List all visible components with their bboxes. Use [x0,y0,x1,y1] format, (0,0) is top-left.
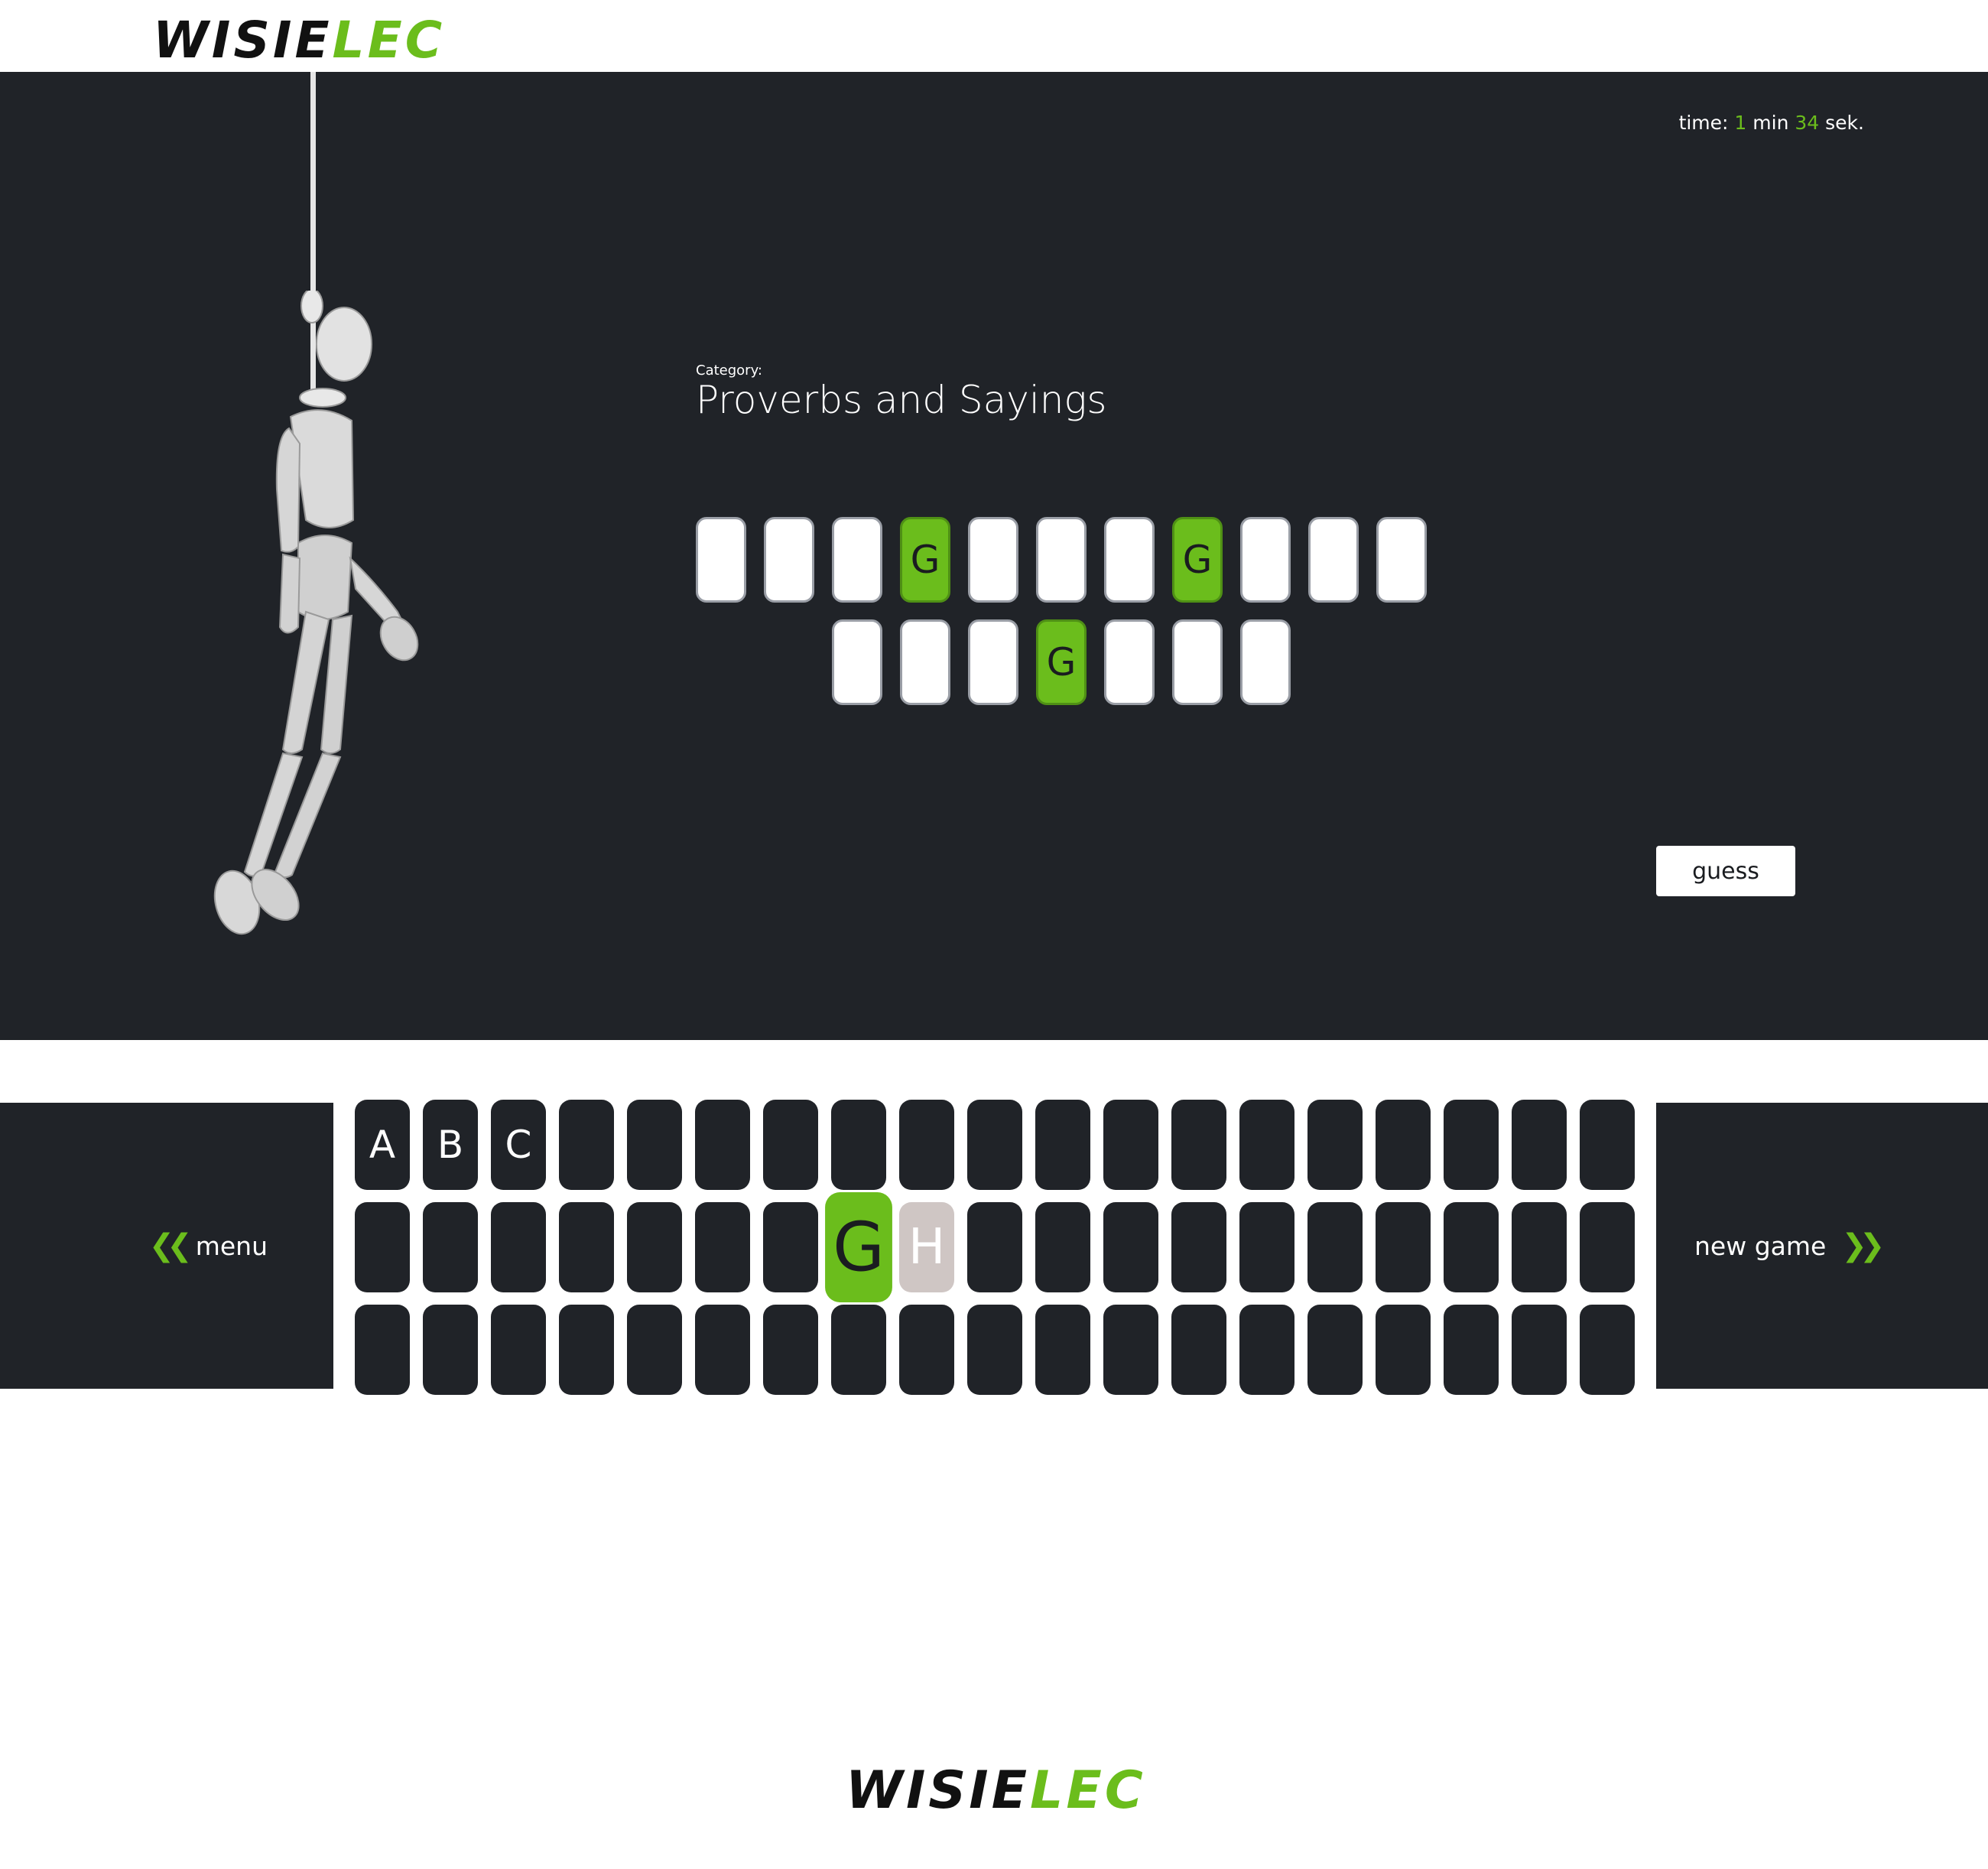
letter-key[interactable] [1444,1202,1499,1292]
letter-key[interactable] [695,1100,750,1190]
letter-key[interactable] [1239,1202,1294,1292]
letter-key[interactable] [695,1305,750,1395]
timer-minutes: 1 [1734,112,1747,134]
timer-sec-label: sek. [1825,112,1864,134]
letter-key[interactable]: C [491,1100,546,1190]
letter-key[interactable] [1376,1202,1431,1292]
logo-text-dark: WISIE [153,11,333,70]
letter-slot [832,619,882,705]
letter-key[interactable] [763,1305,818,1395]
letter-slot [1104,517,1155,603]
letter-key[interactable] [1103,1305,1158,1395]
logo-bottom[interactable]: WISIE LEC [846,1765,1146,1817]
timer-label: time: [1678,112,1729,134]
letter-key[interactable] [899,1100,954,1190]
letter-slot: G [900,517,950,603]
letter-slot [1308,517,1359,603]
letter-key[interactable] [763,1202,818,1292]
letter-slot [1240,517,1291,603]
letter-key[interactable] [423,1305,478,1395]
letter-key[interactable]: B [423,1100,478,1190]
letter-key[interactable] [831,1100,886,1190]
letter-key[interactable] [967,1305,1022,1395]
letter-key[interactable] [627,1305,682,1395]
letter-key[interactable] [1239,1100,1294,1190]
logo-top[interactable]: WISIE LEC [153,15,445,66]
letter-key[interactable] [1307,1305,1363,1395]
letter-key[interactable] [559,1100,614,1190]
letter-key[interactable] [491,1305,546,1395]
timer-min-label: min [1752,112,1789,134]
letter-key[interactable] [1580,1100,1635,1190]
letter-slot [1036,517,1087,603]
double-chevron-right-icon: ❯❯ [1841,1228,1885,1263]
letter-key[interactable] [1103,1100,1158,1190]
guess-button[interactable]: guess [1656,846,1795,896]
letter-key[interactable] [1239,1305,1294,1395]
letter-key[interactable] [1103,1202,1158,1292]
logo-text-dark: WISIE [846,1760,1031,1821]
letter-key[interactable] [1580,1305,1635,1395]
category-label: Category: [696,362,762,379]
letter-slot [1376,517,1427,603]
letter-slot [764,517,814,603]
logo-text-green: LEC [1030,1760,1146,1821]
letter-key[interactable] [1512,1100,1567,1190]
letter-key[interactable] [831,1305,886,1395]
letter-key[interactable] [355,1305,410,1395]
letter-key[interactable]: H [899,1202,954,1292]
letter-key[interactable] [423,1202,478,1292]
letter-key[interactable] [1512,1305,1567,1395]
letter-slot [968,619,1018,705]
letter-keyboard: ABC GH [355,1100,1635,1395]
letter-key[interactable] [627,1100,682,1190]
letter-key[interactable]: G [825,1192,892,1302]
letter-key[interactable] [1035,1202,1090,1292]
letter-slot [696,517,746,603]
letter-key[interactable] [1307,1100,1363,1190]
letter-key[interactable] [1376,1100,1431,1190]
letter-key[interactable] [1035,1100,1090,1190]
letter-slot [900,619,950,705]
letter-key[interactable] [559,1202,614,1292]
new-game-button[interactable]: new game ❯❯ [1656,1103,1988,1389]
letter-key[interactable] [627,1202,682,1292]
letter-key[interactable] [695,1202,750,1292]
letter-slot [832,517,882,603]
letter-key[interactable] [1171,1100,1226,1190]
letter-slot: G [1172,517,1223,603]
letter-slot [968,517,1018,603]
menu-button[interactable]: ❮❮ menu [0,1103,333,1389]
category-name: Proverbs and Sayings [696,378,1107,422]
letter-key[interactable] [763,1100,818,1190]
letter-key[interactable] [491,1202,546,1292]
letter-key[interactable] [1307,1202,1363,1292]
hanging-mannequin-figure [213,291,419,935]
letter-key[interactable] [899,1305,954,1395]
letter-slot: G [1036,619,1087,705]
letter-key[interactable] [967,1202,1022,1292]
letter-key[interactable] [967,1100,1022,1190]
letter-slot [1104,619,1155,705]
logo-text-green: LEC [332,11,446,70]
timer: time: 1 min 34 sek. [1679,112,1864,134]
timer-seconds: 34 [1795,112,1820,134]
letter-key[interactable] [1171,1305,1226,1395]
double-chevron-left-icon: ❮❮ [148,1228,193,1263]
letter-key[interactable]: A [355,1100,410,1190]
letter-key[interactable] [1171,1202,1226,1292]
letter-key[interactable] [559,1305,614,1395]
letter-key[interactable] [1512,1202,1567,1292]
letter-slot [1172,619,1223,705]
letter-key[interactable] [1444,1305,1499,1395]
letter-key[interactable] [1035,1305,1090,1395]
letter-key[interactable] [1444,1100,1499,1190]
new-game-label: new game [1694,1230,1827,1261]
letter-slot [1240,619,1291,705]
menu-label: menu [195,1230,268,1261]
letter-key[interactable] [1376,1305,1431,1395]
letter-key[interactable] [355,1202,410,1292]
letter-key[interactable] [1580,1202,1635,1292]
